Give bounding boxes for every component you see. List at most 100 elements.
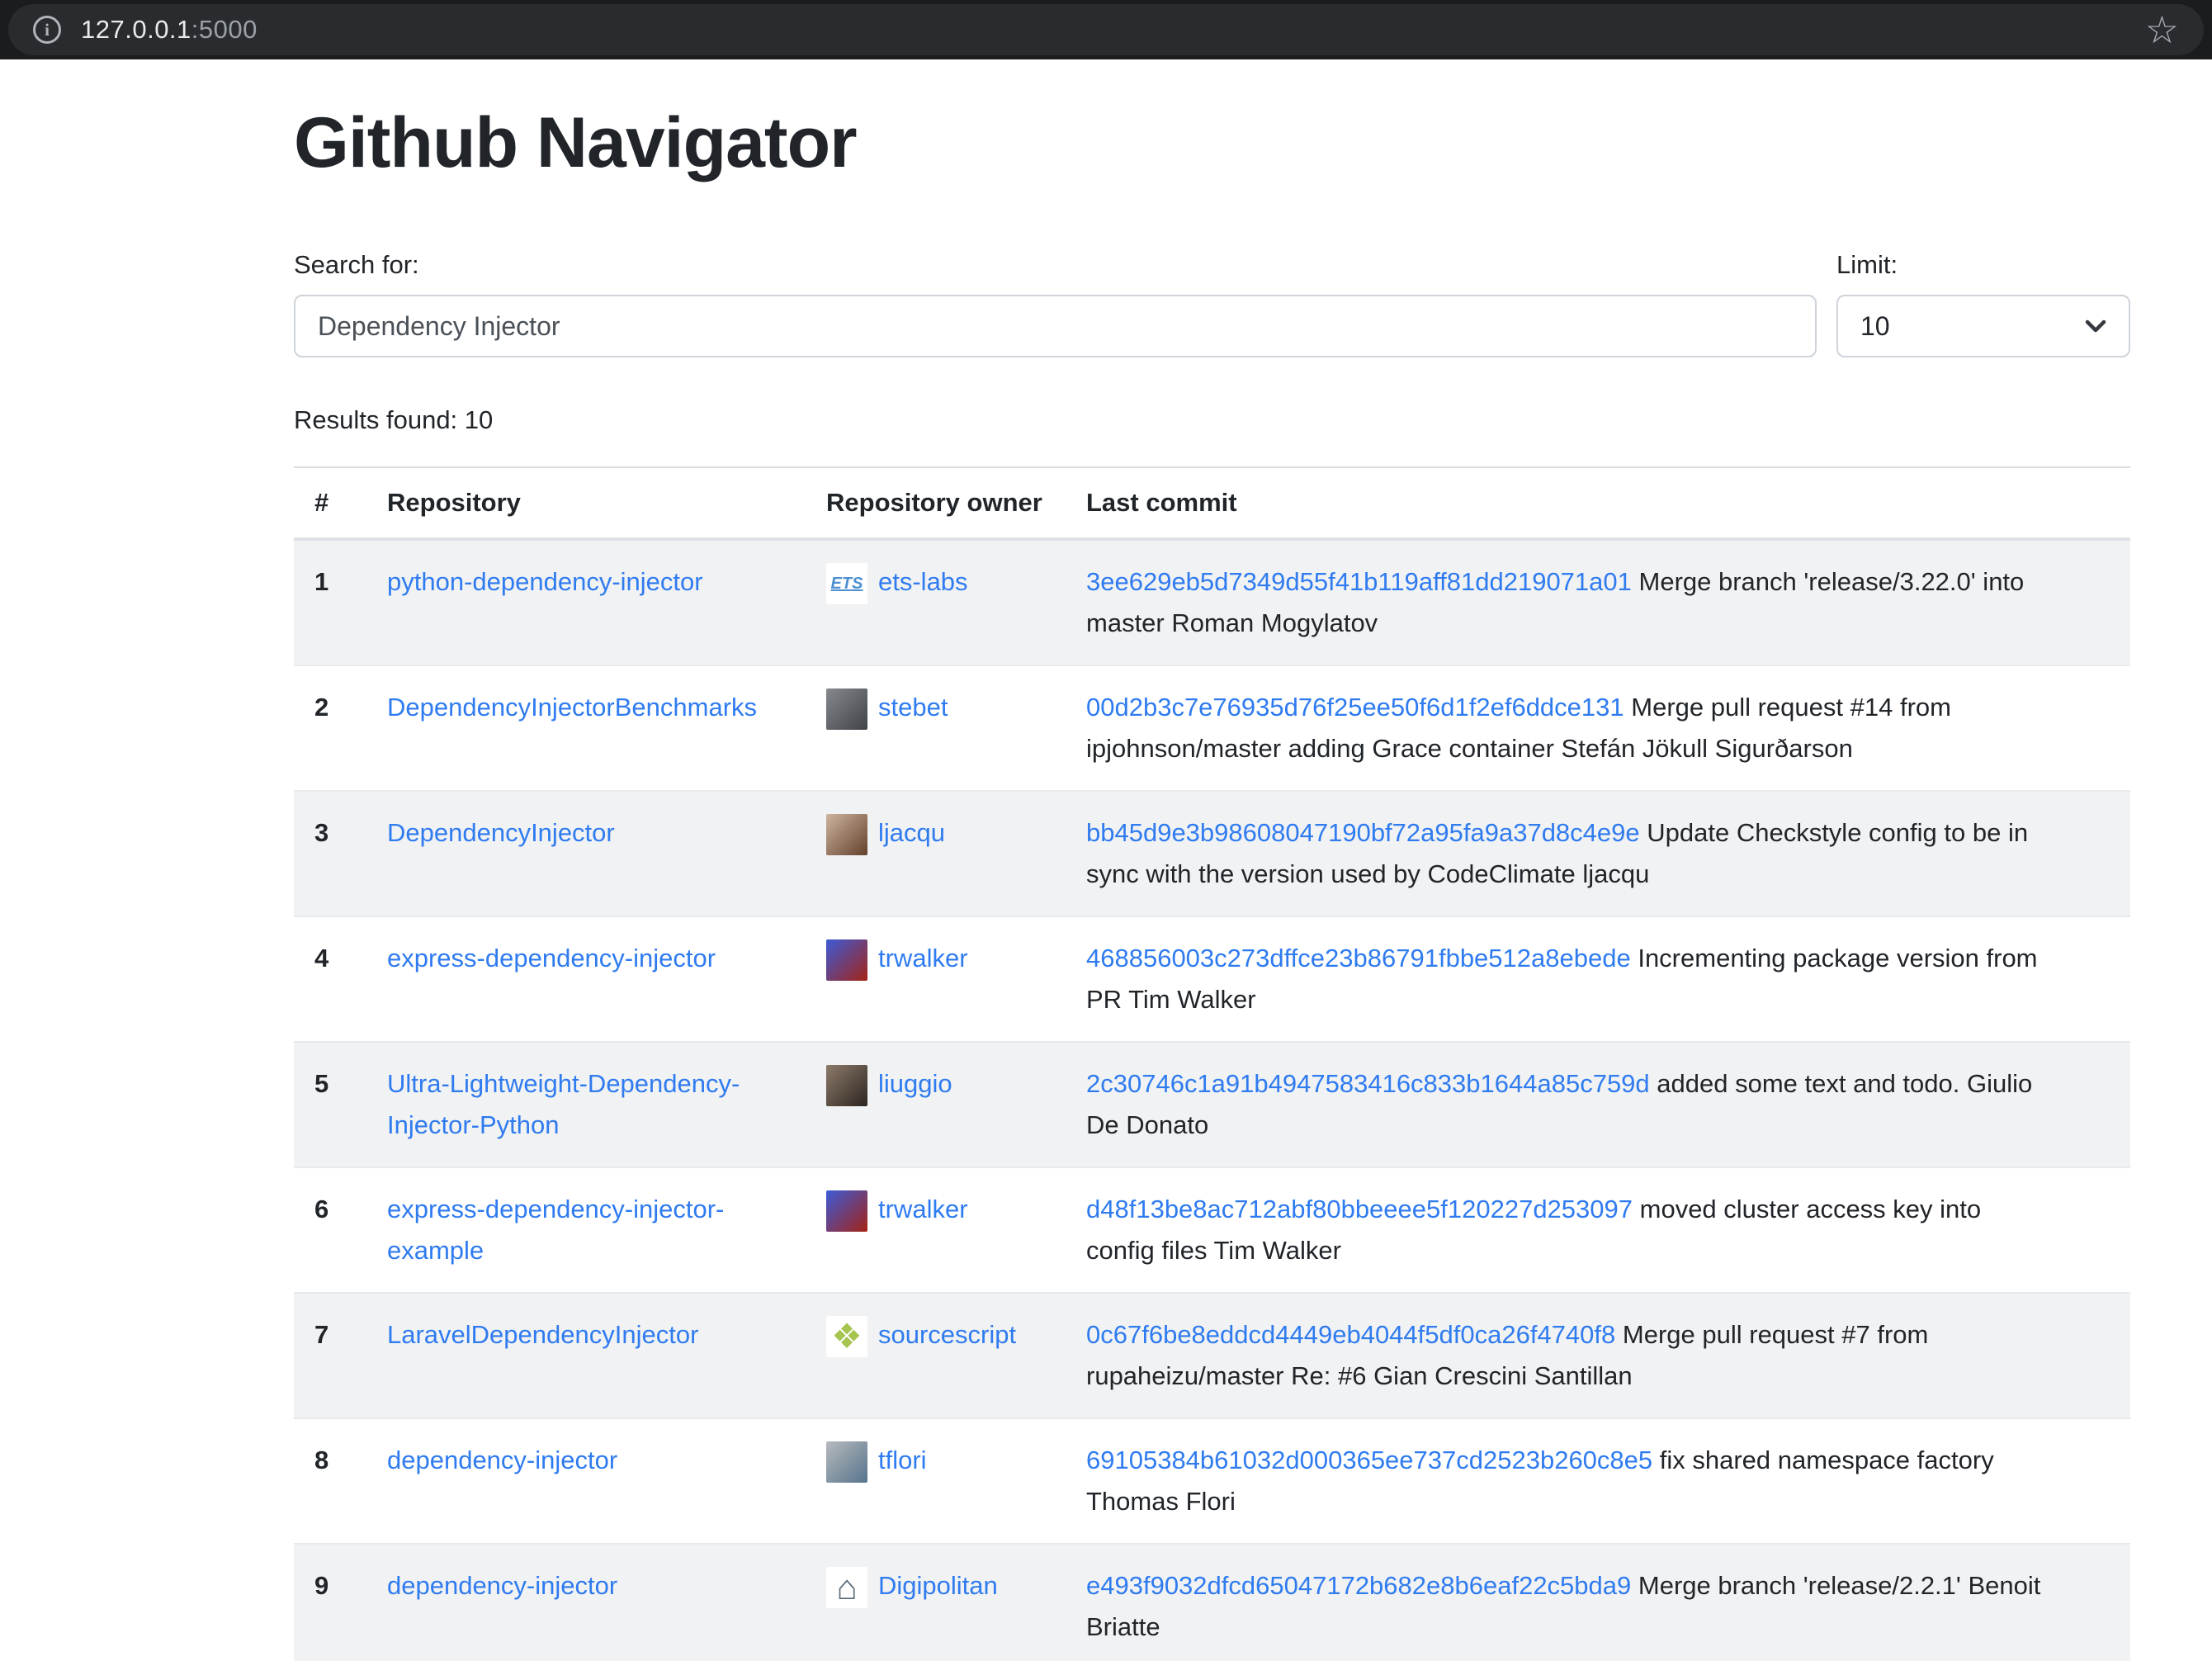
- owner-cell: trwalker: [806, 1167, 1066, 1293]
- commit-hash-link[interactable]: 69105384b61032d000365ee737cd2523b260c8e5: [1086, 1446, 1652, 1474]
- commit-hash-link[interactable]: 468856003c273dffce23b86791fbbe512a8ebede: [1086, 944, 1631, 972]
- owner-avatar: [826, 1441, 867, 1483]
- repo-cell: DependencyInjector: [366, 791, 806, 916]
- table-row: 8 dependency-injector tflori 69105384b61032…: [294, 1418, 2130, 1544]
- owner-link[interactable]: tflori: [878, 1446, 927, 1474]
- commit-hash-link[interactable]: 0c67f6be8eddcd4449eb4044f5df0ca26f4740f8: [1086, 1320, 1615, 1349]
- repo-link[interactable]: express-dependency-injector-example: [387, 1195, 724, 1265]
- row-number: 9: [294, 1544, 366, 1661]
- repo-cell: python-dependency-injector: [366, 539, 806, 665]
- search-input[interactable]: [294, 295, 1817, 357]
- commit-hash-link[interactable]: 2c30746c1a91b4947583416c833b1644a85c759d: [1086, 1069, 1650, 1098]
- owner-cell: stebet: [806, 665, 1066, 791]
- table-row: 6express-dependency-injector-exampletrwa…: [294, 1167, 2130, 1293]
- row-number: 5: [294, 1042, 366, 1167]
- owner-link[interactable]: stebet: [878, 693, 948, 722]
- owner-cell: tflori: [806, 1418, 1066, 1544]
- limit-field-group: Limit: 10: [1836, 250, 2130, 357]
- commit-hash-link[interactable]: d48f13be8ac712abf80bbeeee5f120227d253097: [1086, 1195, 1633, 1223]
- commit-cell: d48f13be8ac712abf80bbeeee5f120227d253097…: [1066, 1167, 2130, 1293]
- table-row: 7 LaravelDependencyInjector ❖ sourcescript 0…: [294, 1293, 2130, 1418]
- address-bar[interactable]: i 127.0.0.1:5000 ☆: [8, 4, 2204, 55]
- owner-link[interactable]: sourcescript: [878, 1320, 1016, 1349]
- commit-hash-link[interactable]: 00d2b3c7e76935d76f25ee50f6d1f2ef6ddce131: [1086, 693, 1624, 722]
- owner-avatar: ⌂: [826, 1567, 867, 1608]
- repo-link[interactable]: Ultra-Lightweight-Dependency-Injector-Py…: [387, 1069, 740, 1139]
- results-table-body: 1python-dependency-injectorETSets-labs3e…: [294, 539, 2130, 1661]
- repo-cell: express-dependency-injector-example: [366, 1167, 806, 1293]
- chevron-down-icon: [2085, 319, 2106, 333]
- table-row: 3 DependencyInjector ljacqu bb45d9e3b986080…: [294, 791, 2130, 916]
- results-count-label: Results found:: [294, 405, 457, 434]
- repo-link[interactable]: dependency-injector: [387, 1571, 617, 1600]
- repo-link[interactable]: python-dependency-injector: [387, 567, 703, 596]
- table-row: 4 express-dependency-injector trwalker 4688…: [294, 916, 2130, 1042]
- owner-cell: ⌂ Digipolitan: [806, 1544, 1066, 1661]
- row-number: 8: [294, 1418, 366, 1544]
- limit-selected-value: 10: [1860, 311, 1890, 342]
- commit-hash-link[interactable]: 3ee629eb5d7349d55f41b119aff81dd219071a01: [1086, 567, 1632, 596]
- owner-avatar: [826, 939, 867, 981]
- commit-cell: 00d2b3c7e76935d76f25ee50f6d1f2ef6ddce131…: [1066, 665, 2130, 791]
- results-count-value: 10: [465, 405, 493, 434]
- owner-link[interactable]: Digipolitan: [878, 1571, 998, 1600]
- commit-cell: 3ee629eb5d7349d55f41b119aff81dd219071a01…: [1066, 539, 2130, 665]
- owner-cell: ❖ sourcescript: [806, 1293, 1066, 1418]
- table-row: 9 dependency-injector ⌂ Digipolitan e493f903…: [294, 1544, 2130, 1661]
- repo-link[interactable]: dependency-injector: [387, 1446, 617, 1474]
- table-row: 1 python-dependency-injector ETS ets-labs 3e…: [294, 539, 2130, 665]
- repo-link[interactable]: DependencyInjector: [387, 818, 615, 847]
- repo-link[interactable]: LaravelDependencyInjector: [387, 1320, 698, 1349]
- search-field-group: Search for:: [294, 250, 1817, 357]
- bookmark-star-icon[interactable]: ☆: [2145, 11, 2179, 49]
- commit-cell: e493f9032dfcd65047172b682e8b6eaf22c5bda9…: [1066, 1544, 2130, 1661]
- row-number: 3: [294, 791, 366, 916]
- limit-select[interactable]: 10: [1836, 295, 2130, 357]
- column-header: Repository owner: [806, 467, 1066, 539]
- repo-cell: dependency-injector: [366, 1544, 806, 1661]
- owner-avatar: ❖: [826, 1316, 867, 1357]
- repo-cell: LaravelDependencyInjector: [366, 1293, 806, 1418]
- owner-avatar: ETS: [826, 563, 867, 604]
- repo-cell: DependencyInjectorBenchmarks: [366, 665, 806, 791]
- owner-avatar: [826, 689, 867, 730]
- owner-cell: trwalker: [806, 916, 1066, 1042]
- page-content: Github Navigator Search for: Limit: 10 R…: [0, 59, 2212, 1661]
- repo-link[interactable]: express-dependency-injector: [387, 944, 716, 972]
- table-row: 2 DependencyInjectorBenchmarks stebet 00d2b…: [294, 665, 2130, 791]
- owner-link[interactable]: ljacqu: [878, 818, 945, 847]
- owner-cell: ETS ets-labs: [806, 539, 1066, 665]
- page-title: Github Navigator: [294, 102, 2130, 184]
- row-number: 1: [294, 539, 366, 665]
- commit-cell: 0c67f6be8eddcd4449eb4044f5df0ca26f4740f8…: [1066, 1293, 2130, 1418]
- results-count: Results found: 10: [294, 405, 2130, 435]
- owner-link[interactable]: liuggio: [878, 1069, 952, 1098]
- owner-cell: ljacqu: [806, 791, 1066, 916]
- owner-link[interactable]: trwalker: [878, 1195, 968, 1223]
- owner-link[interactable]: ets-labs: [878, 567, 968, 596]
- repo-cell: Ultra-Lightweight-Dependency-Injector-Py…: [366, 1042, 806, 1167]
- commit-cell: 468856003c273dffce23b86791fbbe512a8ebede…: [1066, 916, 2130, 1042]
- search-controls: Search for: Limit: 10: [294, 250, 2130, 357]
- search-label: Search for:: [294, 250, 1817, 280]
- table-row: 5 Ultra-Lightweight-Dependency-Injector-P…: [294, 1042, 2130, 1167]
- commit-cell: 69105384b61032d000365ee737cd2523b260c8e5…: [1066, 1418, 2130, 1544]
- owner-avatar: [826, 1065, 867, 1106]
- column-header: Repository: [366, 467, 806, 539]
- commit-hash-link[interactable]: bb45d9e3b98608047190bf72a95fa9a37d8c4e9e: [1086, 818, 1640, 847]
- owner-avatar: [826, 1190, 867, 1232]
- repo-cell: dependency-injector: [366, 1418, 806, 1544]
- repo-link[interactable]: DependencyInjectorBenchmarks: [387, 693, 757, 722]
- owner-link[interactable]: trwalker: [878, 944, 968, 972]
- url-text: 127.0.0.1:5000: [81, 15, 258, 45]
- url-port: :5000: [191, 15, 258, 44]
- row-number: 2: [294, 665, 366, 791]
- browser-toolbar: i 127.0.0.1:5000 ☆: [0, 0, 2212, 59]
- limit-label: Limit:: [1836, 250, 2130, 280]
- row-number: 7: [294, 1293, 366, 1418]
- row-number: 4: [294, 916, 366, 1042]
- commit-hash-link[interactable]: e493f9032dfcd65047172b682e8b6eaf22c5bda9: [1086, 1571, 1631, 1600]
- site-info-icon[interactable]: i: [33, 16, 61, 44]
- repo-cell: express-dependency-injector: [366, 916, 806, 1042]
- owner-cell: liuggio: [806, 1042, 1066, 1167]
